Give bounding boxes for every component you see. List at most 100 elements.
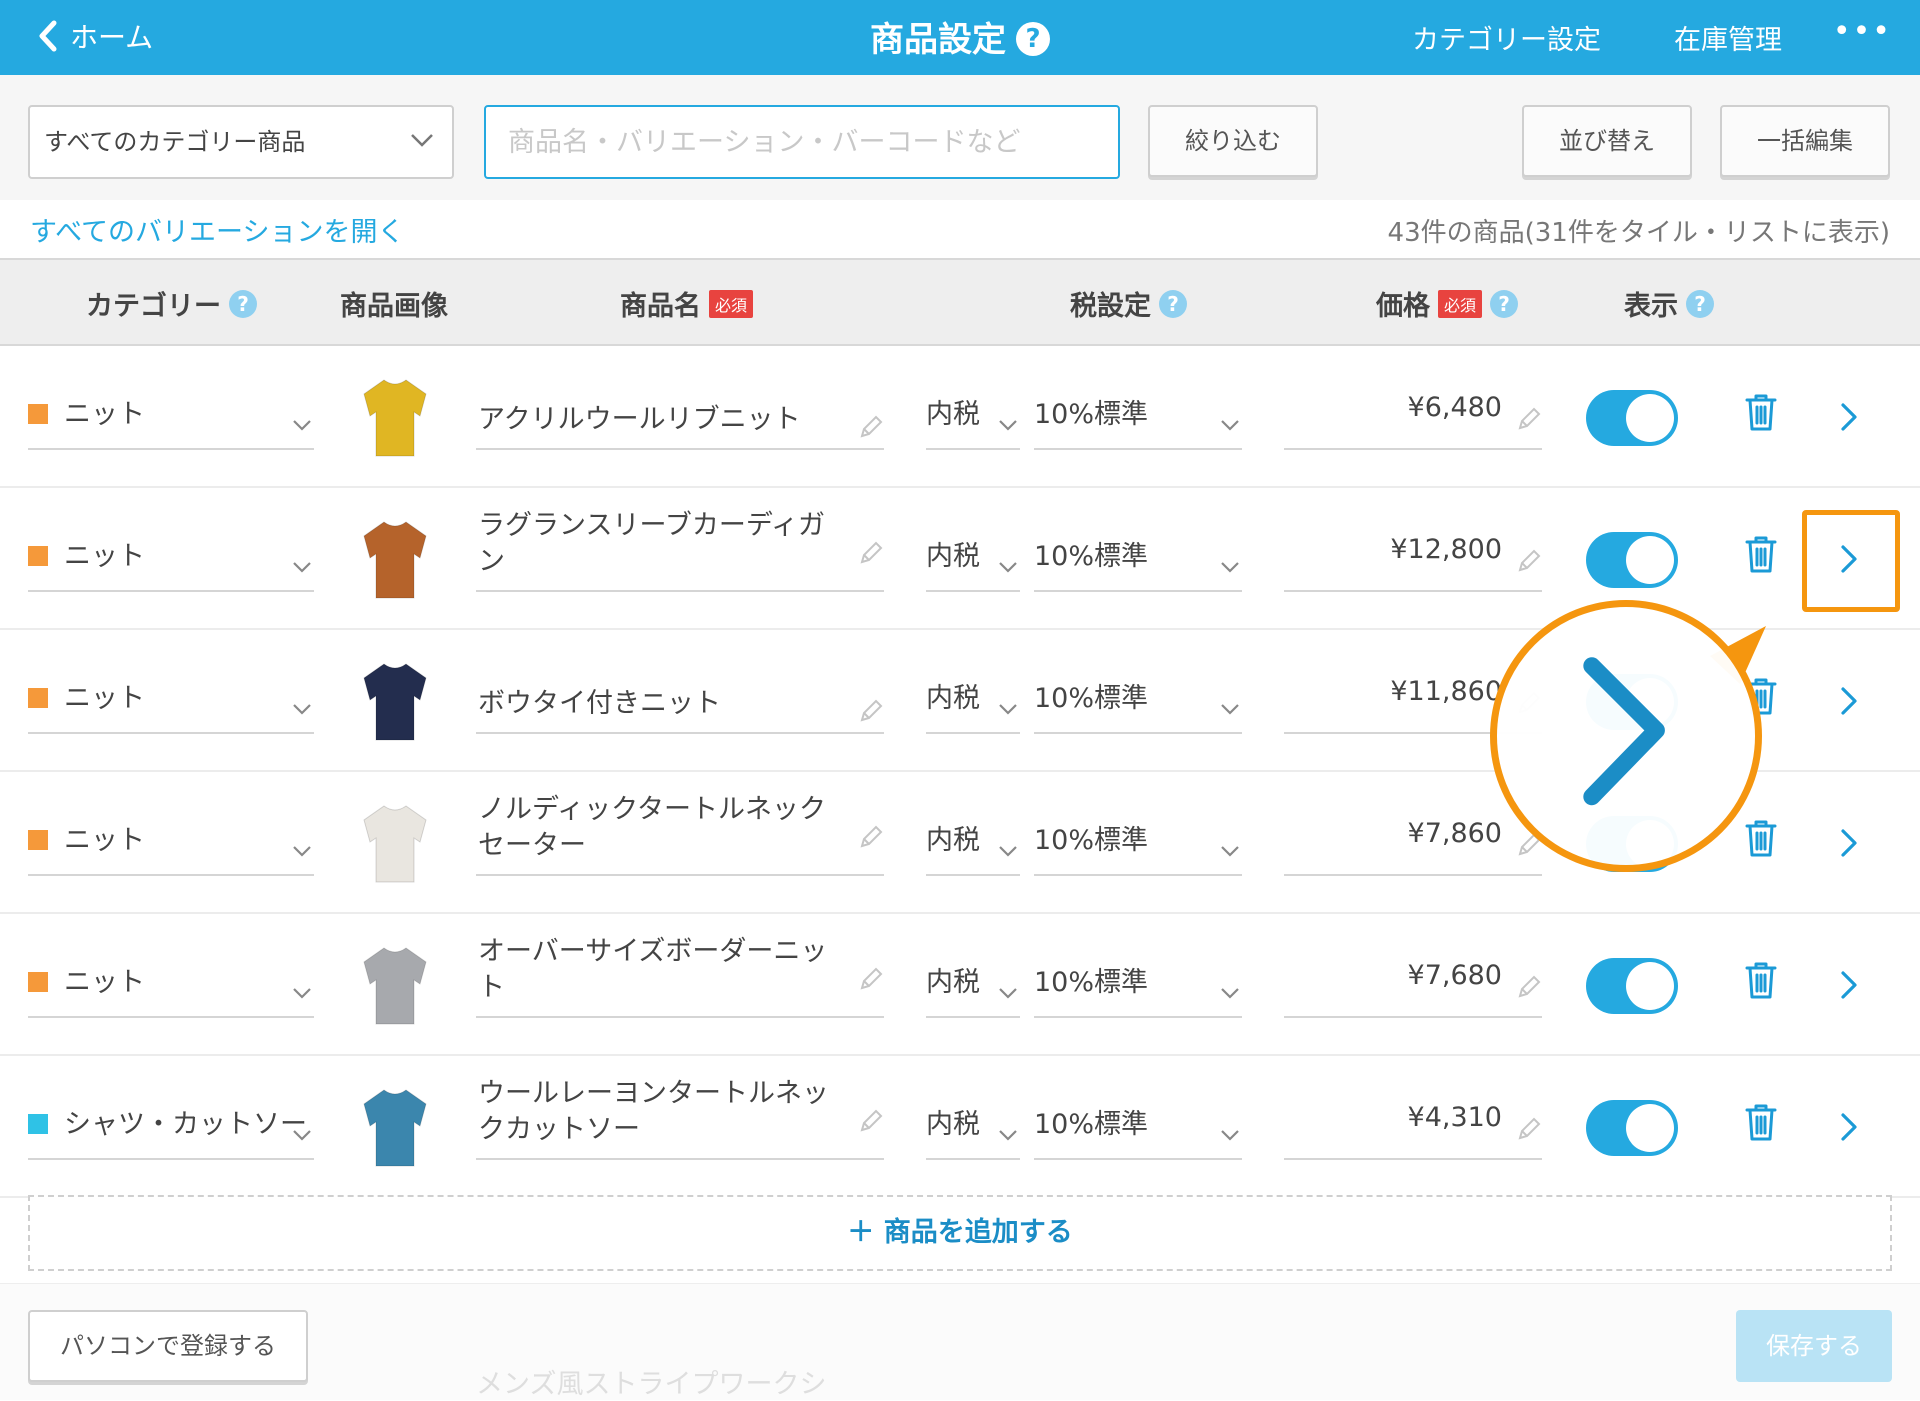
chevron-down-icon [1220,984,1240,999]
category-dropdown[interactable]: ニット [28,534,314,592]
price-field[interactable]: ¥7,680 [1284,960,1542,1018]
chevron-right-icon[interactable] [1840,970,1858,1000]
product-image[interactable] [358,798,432,888]
column-price: 価格 必須? [1376,284,1519,323]
category-dropdown[interactable]: ニット [28,960,314,1018]
category-dropdown[interactable]: ニット [28,818,314,876]
category-value: ニット [64,825,145,856]
info-bar: すべてのバリエーションを開く 43件の商品(31件をタイル・リストに表示) [0,200,1920,258]
column-tax-label: 税設定 [1070,291,1151,322]
inventory-link[interactable]: 在庫管理 [1674,18,1782,57]
save-button[interactable]: 保存する [1736,1310,1892,1382]
chevron-down-icon [411,134,433,147]
product-name: オーバーサイズボーダーニット [478,936,828,1003]
pencil-icon [1516,1116,1542,1142]
chevron-down-icon [1220,842,1240,857]
pencil-icon [858,414,884,440]
category-settings-link[interactable]: カテゴリー設定 [1412,18,1601,57]
product-name-field[interactable]: ノルディックタートルネックセーター [476,794,884,876]
price-value: ¥7,860 [1407,818,1502,849]
tax-rate-value: 10%標準 [1034,541,1149,572]
chevron-down-icon [998,1126,1018,1141]
filter-button[interactable]: 絞り込む [1148,105,1318,177]
category-dropdown[interactable]: ニット [28,676,314,734]
add-product-button[interactable]: ＋ 商品を追加する [28,1195,1892,1271]
tax-rate-dropdown[interactable]: 10%標準 [1034,1102,1242,1160]
price-field[interactable]: ¥12,800 [1284,534,1542,592]
tax-rate-dropdown[interactable]: 10%標準 [1034,960,1242,1018]
category-dropdown[interactable]: シャツ・カットソー [28,1102,314,1160]
chevron-right-icon[interactable] [1840,1112,1858,1142]
product-name-field[interactable]: アクリルウールリブニット [476,386,884,450]
price-field[interactable]: ¥6,480 [1284,392,1542,450]
product-image[interactable] [358,656,432,746]
price-value: ¥7,680 [1407,960,1502,991]
tax-rate-dropdown[interactable]: 10%標準 [1034,534,1242,592]
product-name-field[interactable]: オーバーサイズボーダーニット [476,936,884,1018]
price-field[interactable]: ¥4,310 [1284,1102,1542,1160]
zoom-callout [1490,600,1762,872]
required-badge: 必須 [1438,289,1483,318]
trash-icon[interactable] [1744,960,1778,1000]
pencil-icon [1516,548,1542,574]
column-name-label: 商品名 [620,291,701,322]
column-display-label: 表示 [1624,291,1678,322]
product-image[interactable] [358,514,432,604]
display-toggle[interactable] [1586,532,1678,588]
help-icon[interactable]: ? [1016,22,1050,56]
chevron-right-icon [1583,657,1665,806]
help-icon[interactable]: ? [229,289,257,318]
pencil-icon [858,966,884,992]
price-value: ¥4,310 [1407,1102,1502,1133]
tax-rate-value: 10%標準 [1034,1109,1149,1140]
tax-rate-dropdown[interactable]: 10%標準 [1034,392,1242,450]
category-color-swatch [28,404,48,424]
trash-icon[interactable] [1744,392,1778,432]
display-toggle[interactable] [1586,1100,1678,1156]
trash-icon[interactable] [1744,534,1778,574]
help-icon[interactable]: ? [1686,289,1714,318]
product-image[interactable] [358,940,432,1030]
tax-rate-dropdown[interactable]: 10%標準 [1034,676,1242,734]
chevron-down-icon [292,416,312,431]
display-toggle[interactable] [1586,958,1678,1014]
chevron-right-icon[interactable] [1840,828,1858,858]
product-name: ウールレーヨンタートルネックカットソー [478,1078,829,1145]
product-name: ボウタイ付きニット [478,688,721,719]
table-row: シャツ・カットソー ウールレーヨンタートルネックカットソー 内税 10%標準 ¥4,31… [0,1056,1920,1198]
product-name-field[interactable]: ウールレーヨンタートルネックカットソー [476,1078,884,1160]
display-toggle[interactable] [1586,390,1678,446]
more-menu-icon[interactable]: ••• [1833,14,1892,49]
category-value: ニット [64,541,145,572]
product-name-field[interactable]: ボウタイ付きニット [476,670,884,734]
product-name-field[interactable]: ラグランスリーブカーディガン [476,510,884,592]
column-tax: 税設定? [1070,284,1187,323]
chevron-down-icon [292,700,312,715]
search-input[interactable] [484,105,1120,179]
category-value: シャツ・カットソー [64,1109,307,1140]
product-image[interactable] [358,1082,432,1172]
bulk-edit-button[interactable]: 一括編集 [1720,105,1890,177]
top-bar: ホーム 商品設定? カテゴリー設定 在庫管理 ••• [0,0,1920,75]
tax-type-value: 内税 [926,825,980,856]
tax-rate-dropdown[interactable]: 10%標準 [1034,818,1242,876]
category-select[interactable]: すべてのカテゴリー商品 [28,105,454,179]
category-dropdown[interactable]: ニット [28,392,314,450]
help-icon[interactable]: ? [1490,289,1519,318]
column-image-label: 商品画像 [340,291,448,322]
pencil-icon [858,698,884,724]
chevron-right-icon[interactable] [1840,402,1858,432]
product-count: 43件の商品(31件をタイル・リストに表示) [1387,218,1890,248]
sort-button[interactable]: 並び替え [1522,105,1692,177]
pencil-icon [1516,406,1542,432]
open-all-variations-link[interactable]: すべてのバリエーションを開く [30,210,405,249]
help-icon[interactable]: ? [1159,289,1187,318]
trash-icon[interactable] [1744,1102,1778,1142]
column-image: 商品画像 [340,284,448,323]
chevron-right-icon[interactable] [1840,686,1858,716]
pc-register-button[interactable]: パソコンで登録する [28,1310,308,1382]
page-title-text: 商品設定 [870,20,1006,60]
chevron-down-icon [292,558,312,573]
price-value: ¥11,860 [1390,676,1502,707]
product-image[interactable] [358,372,432,462]
